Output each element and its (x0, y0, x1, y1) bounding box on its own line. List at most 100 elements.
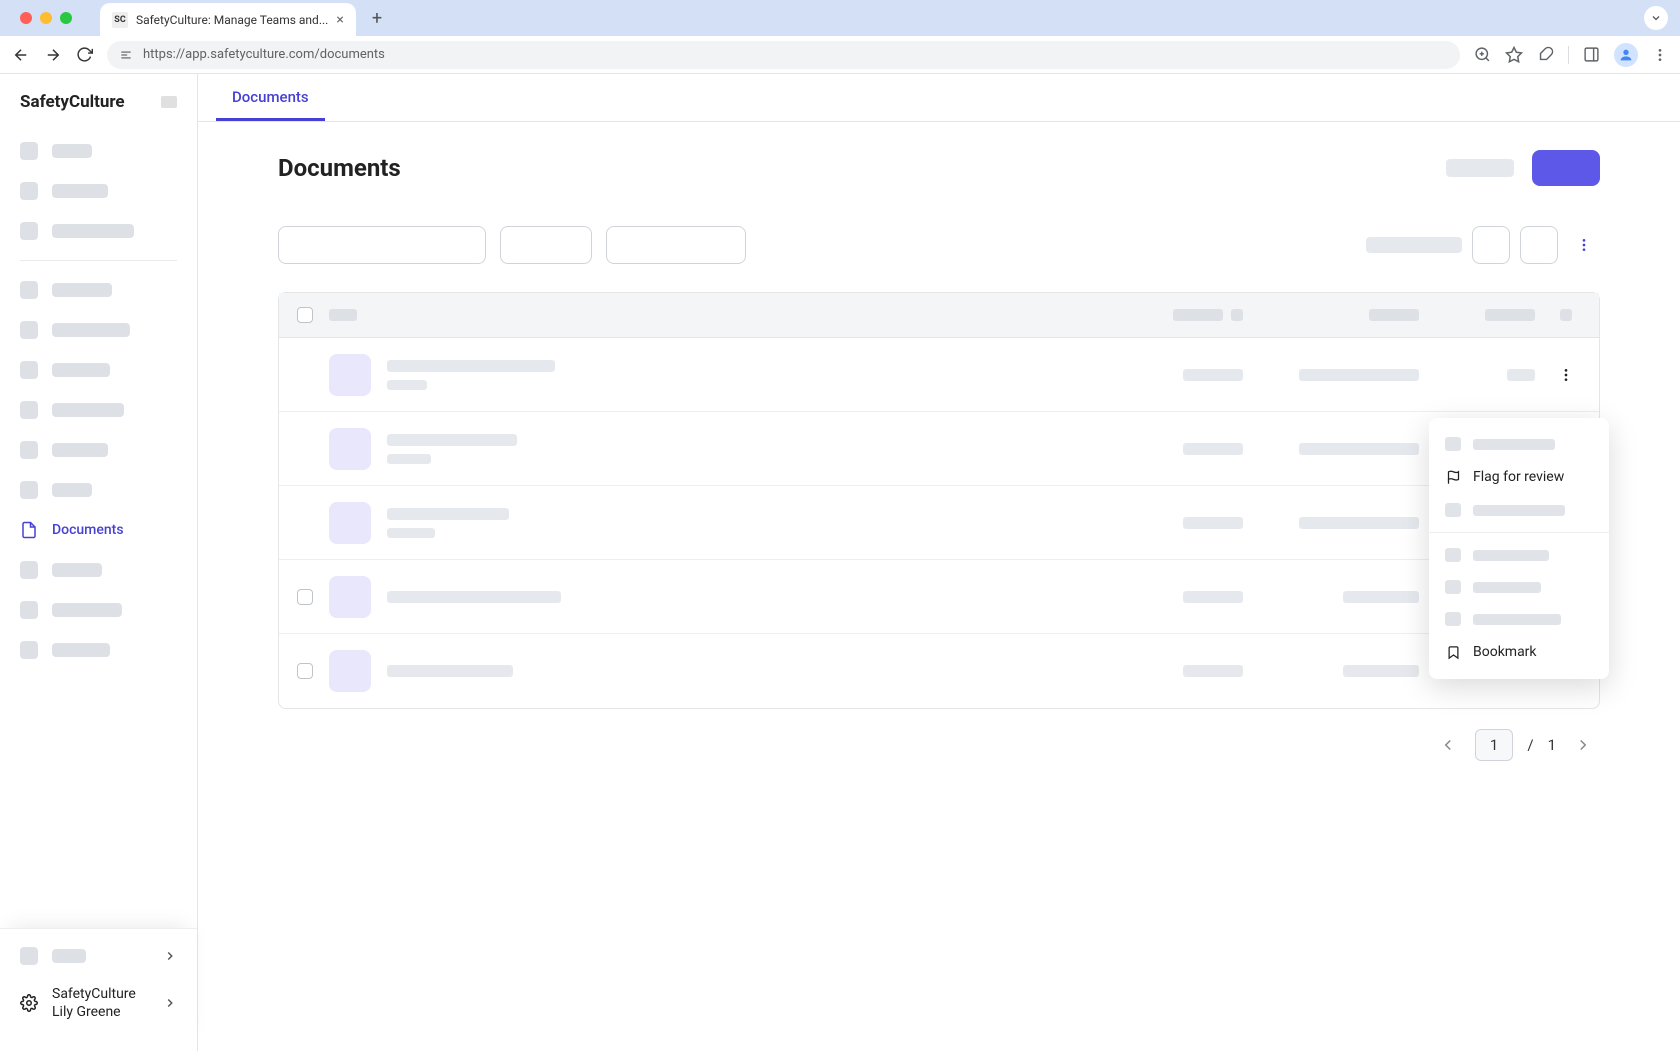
chrome-menu-icon[interactable] (1652, 47, 1668, 63)
footer-item[interactable] (12, 937, 185, 975)
browser-chrome: SC SafetyCulture: Manage Teams and... × … (0, 0, 1680, 36)
view-toggle-button[interactable] (1520, 226, 1558, 264)
reload-button[interactable] (76, 46, 93, 63)
new-tab-button[interactable]: + (364, 8, 390, 29)
document-name-cell (387, 665, 1127, 677)
row-checkbox[interactable] (297, 589, 313, 605)
tab-title: SafetyCulture: Manage Teams and... (136, 13, 328, 27)
next-page-button[interactable] (1570, 732, 1596, 758)
address-bar[interactable]: https://app.safetyculture.com/documents (107, 41, 1460, 69)
table-row[interactable] (279, 486, 1599, 560)
main-content: Documents Documents (198, 74, 1680, 1051)
window-controls (12, 12, 80, 24)
sidebar-item-documents[interactable]: Documents (12, 513, 185, 547)
document-name-cell (387, 508, 1127, 538)
document-thumbnail (329, 354, 371, 396)
forward-button[interactable] (44, 46, 62, 64)
total-pages: 1 (1548, 736, 1556, 754)
sidebar-item[interactable] (12, 214, 185, 248)
app-container: SafetyCulture Documents (0, 74, 1680, 1051)
row-checkbox[interactable] (297, 663, 313, 679)
browser-tab[interactable]: SC SafetyCulture: Manage Teams and... × (100, 3, 356, 37)
menu-item-bookmark[interactable]: Bookmark (1429, 635, 1609, 669)
back-button[interactable] (12, 46, 30, 64)
sidebar-item[interactable] (12, 134, 185, 168)
document-thumbnail (329, 650, 371, 692)
menu-item[interactable] (1429, 428, 1609, 460)
zoom-icon[interactable] (1474, 46, 1491, 63)
tab-documents[interactable]: Documents (216, 74, 325, 121)
app-name: SafetyCulture (20, 92, 125, 112)
table-row[interactable] (279, 634, 1599, 708)
menu-item-label: Bookmark (1473, 644, 1537, 660)
side-panel-icon[interactable] (1583, 46, 1600, 63)
close-tab-icon[interactable]: × (336, 12, 343, 28)
chevron-right-icon (163, 949, 177, 963)
table-row[interactable] (279, 412, 1599, 486)
gear-icon (20, 994, 38, 1012)
select-all-checkbox[interactable] (297, 307, 313, 323)
bookmark-icon (1445, 645, 1461, 660)
filter-input[interactable] (500, 226, 592, 264)
table-row[interactable]: Flag for review Bookmark (279, 338, 1599, 412)
secondary-action-button[interactable] (1446, 159, 1514, 177)
menu-divider (1429, 532, 1609, 533)
sidebar-item[interactable] (12, 393, 185, 427)
search-input[interactable] (278, 226, 486, 264)
documents-table: Flag for review Bookmark (278, 292, 1600, 709)
filters-right (1366, 226, 1600, 264)
sidebar-item[interactable] (12, 553, 185, 587)
menu-item[interactable] (1429, 571, 1609, 603)
row-actions-button[interactable] (1551, 367, 1581, 383)
sidebar-nav: Documents (0, 120, 197, 928)
tabs-dropdown-button[interactable] (1644, 6, 1668, 30)
table-options-button[interactable] (1568, 229, 1600, 261)
sidebar-item[interactable] (12, 433, 185, 467)
close-window-button[interactable] (20, 12, 32, 24)
sidebar-item[interactable] (12, 593, 185, 627)
menu-item[interactable] (1429, 603, 1609, 635)
document-name-cell (387, 360, 1127, 390)
menu-item[interactable] (1429, 494, 1609, 526)
footer-item-account[interactable]: SafetyCulture Lily Greene (12, 975, 185, 1031)
table-row[interactable] (279, 560, 1599, 634)
current-page-input[interactable]: 1 (1475, 729, 1513, 761)
tab-strip: SC SafetyCulture: Manage Teams and... × … (100, 0, 390, 37)
browser-toolbar: https://app.safetyculture.com/documents (0, 36, 1680, 74)
page-title: Documents (278, 154, 401, 182)
header-actions (1446, 150, 1600, 186)
prev-page-button[interactable] (1435, 732, 1461, 758)
extensions-icon[interactable] (1537, 46, 1554, 63)
tab-favicon: SC (112, 12, 128, 28)
sidebar-footer: SafetyCulture Lily Greene (0, 928, 197, 1051)
document-name-cell (387, 591, 1127, 603)
sidebar-collapse-button[interactable] (161, 96, 177, 108)
flag-icon (1445, 470, 1461, 485)
sidebar-item-label: Documents (52, 522, 124, 538)
maximize-window-button[interactable] (60, 12, 72, 24)
primary-action-button[interactable] (1532, 150, 1600, 186)
sidebar-item[interactable] (12, 353, 185, 387)
menu-item-flag-for-review[interactable]: Flag for review (1429, 460, 1609, 494)
pagination: 1 / 1 (278, 709, 1600, 781)
bookmark-star-icon[interactable] (1505, 46, 1523, 64)
chevron-right-icon (163, 996, 177, 1010)
sidebar-item[interactable] (12, 633, 185, 667)
document-name-cell (387, 434, 1127, 464)
menu-item[interactable] (1429, 539, 1609, 571)
filter-input[interactable] (606, 226, 746, 264)
column-header[interactable] (329, 309, 357, 321)
profile-avatar[interactable] (1614, 43, 1638, 67)
sidebar-header: SafetyCulture (0, 74, 197, 120)
sidebar-item[interactable] (12, 174, 185, 208)
menu-item-label: Flag for review (1473, 469, 1564, 485)
site-info-icon[interactable] (119, 48, 133, 62)
sidebar-item[interactable] (12, 273, 185, 307)
pagination-separator: / (1527, 736, 1533, 754)
sidebar-item[interactable] (12, 473, 185, 507)
view-toggle-button[interactable] (1472, 226, 1510, 264)
sidebar-item[interactable] (12, 313, 185, 347)
minimize-window-button[interactable] (40, 12, 52, 24)
document-thumbnail (329, 428, 371, 470)
table-header (279, 293, 1599, 338)
